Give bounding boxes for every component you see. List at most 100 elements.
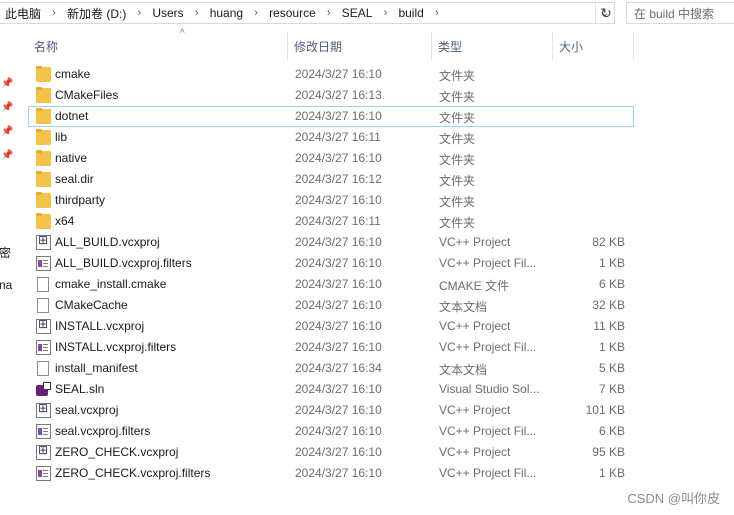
nav-item-fragment[interactable]: 密 <box>0 244 11 261</box>
file-name: cmake <box>55 67 91 81</box>
breadcrumb-item[interactable]: 此电脑 › <box>4 3 66 23</box>
breadcrumb-item[interactable]: build › <box>397 3 448 23</box>
file-icon <box>37 277 49 292</box>
vcxproj-icon <box>36 443 51 460</box>
file-type: VC++ Project Fil... <box>439 466 537 480</box>
pin-icon[interactable]: 📌 <box>1 126 13 137</box>
file-row[interactable]: seal.vcxproj 2024/3/27 16:10 VC++ Project 1… <box>28 400 634 421</box>
file-row[interactable]: ALL_BUILD.vcxproj 2024/3/27 16:10 VC++ Pro… <box>28 232 634 253</box>
address-bar[interactable]: 此电脑 › 新加卷 (D:) › Users › huang › resource › SEAL › b… <box>0 2 615 24</box>
vcxproj-icon <box>36 233 51 250</box>
search-placeholder: 在 build 中搜索 <box>634 6 715 21</box>
file-size: 101 KB <box>585 403 625 417</box>
breadcrumb-label: build <box>398 6 424 20</box>
folder-icon <box>36 192 51 208</box>
column-header: ^ 名称 修改日期 类型 大小 <box>28 28 634 60</box>
file-row[interactable]: install_manifest 2024/3/27 16:34 文本文档 5 KB <box>28 358 634 379</box>
file-row[interactable]: INSTALL.vcxproj 2024/3/27 16:10 VC++ Proje… <box>28 316 634 337</box>
file-row[interactable]: cmake 2024/3/27 16:10 文件夹 <box>28 64 634 85</box>
file-name: CMakeFiles <box>55 88 119 102</box>
file-type: VC++ Project Fil... <box>439 256 537 270</box>
file-row[interactable]: thirdparty 2024/3/27 16:10 文件夹 <box>28 190 634 211</box>
folder-icon <box>36 129 51 145</box>
breadcrumb-item[interactable]: Users › <box>151 3 208 23</box>
file-size: 95 KB <box>592 445 625 459</box>
column-size[interactable]: 大小 <box>553 32 634 60</box>
pin-icon[interactable]: 📌 <box>1 102 13 113</box>
file-size: 1 KB <box>598 340 625 354</box>
search-input[interactable]: 在 build 中搜索 <box>626 2 734 24</box>
file-date: 2024/3/27 16:11 <box>295 214 381 228</box>
column-size-label: 大小 <box>559 39 584 54</box>
file-date: 2024/3/27 16:34 <box>295 361 382 375</box>
nav-item-fragment[interactable]: na <box>0 278 12 292</box>
file-type: 文件夹 <box>439 216 476 230</box>
file-date: 2024/3/27 16:10 <box>295 256 382 270</box>
pin-icon[interactable]: 📌 <box>1 150 13 161</box>
file-size: 1 KB <box>598 466 625 480</box>
file-row[interactable]: CMakeFiles 2024/3/27 16:13 文件夹 <box>28 85 634 106</box>
filters-icon <box>36 256 51 271</box>
file-name: INSTALL.vcxproj <box>55 319 145 333</box>
file-size: 32 KB <box>592 298 625 312</box>
file-row[interactable]: cmake_install.cmake 2024/3/27 16:10 CMAKE … <box>28 274 634 295</box>
column-date-label: 修改日期 <box>294 39 343 54</box>
breadcrumb-item[interactable]: SEAL › <box>341 3 398 23</box>
folder-icon <box>36 87 51 103</box>
chevron-right-icon[interactable]: › <box>323 7 335 19</box>
file-name: native <box>55 151 88 165</box>
chevron-right-icon[interactable]: › <box>379 7 391 19</box>
file-row[interactable]: x64 2024/3/27 16:11 文件夹 <box>28 211 634 232</box>
file-row[interactable]: ALL_BUILD.vcxproj.filters 2024/3/27 16:10… <box>28 253 634 274</box>
chevron-right-icon[interactable]: › <box>250 7 262 19</box>
filters-icon <box>36 466 51 481</box>
breadcrumb-label: 新加卷 (D:) <box>67 6 127 21</box>
file-row[interactable]: dotnet 2024/3/27 16:10 文件夹 <box>28 106 634 127</box>
file-date: 2024/3/27 16:10 <box>295 319 382 333</box>
column-name[interactable]: 名称 <box>28 32 288 60</box>
file-row[interactable]: CMakeCache 2024/3/27 16:10 文本文档 32 KB <box>28 295 634 316</box>
navigation-pane: 📌 📌 📌 📌 密 na <box>0 28 14 515</box>
breadcrumb-item[interactable]: 新加卷 (D:) › <box>66 3 151 23</box>
file-name: cmake_install.cmake <box>55 277 167 291</box>
column-type[interactable]: 类型 <box>432 32 553 60</box>
breadcrumb-item[interactable]: huang › <box>209 3 268 23</box>
file-type: VC++ Project <box>439 319 511 333</box>
filters-icon <box>36 340 51 355</box>
file-name: dotnet <box>55 109 89 123</box>
file-type: 文件夹 <box>439 111 476 125</box>
breadcrumb-label: Users <box>152 6 184 20</box>
chevron-right-icon[interactable]: › <box>191 7 203 19</box>
file-row[interactable]: SEAL.sln 2024/3/27 16:10 Visual Studio Sol… <box>28 379 634 400</box>
file-name: seal.vcxproj <box>55 403 119 417</box>
breadcrumb: 此电脑 › 新加卷 (D:) › Users › huang › resource › SEAL › b… <box>0 3 596 23</box>
file-size: 7 KB <box>598 382 625 396</box>
file-row[interactable]: INSTALL.vcxproj.filters 2024/3/27 16:10 VC… <box>28 337 634 358</box>
filters-icon <box>36 424 51 439</box>
column-date[interactable]: 修改日期 <box>288 32 432 60</box>
refresh-icon[interactable]: ↻ <box>595 3 616 23</box>
chevron-right-icon[interactable]: › <box>431 7 443 19</box>
file-name: seal.vcxproj.filters <box>55 424 151 438</box>
file-date: 2024/3/27 16:10 <box>295 445 382 459</box>
file-icon <box>37 298 49 313</box>
file-name: thirdparty <box>55 193 106 207</box>
chevron-right-icon[interactable]: › <box>48 7 60 19</box>
file-size: 5 KB <box>598 361 625 375</box>
folder-icon <box>36 150 51 166</box>
file-row[interactable]: ZERO_CHECK.vcxproj.filters 2024/3/27 16:1… <box>28 463 634 484</box>
file-type: 文本文档 <box>439 363 488 377</box>
file-row[interactable]: ZERO_CHECK.vcxproj 2024/3/27 16:10 VC++ Pr… <box>28 442 634 463</box>
chevron-right-icon[interactable]: › <box>133 7 145 19</box>
pin-icon[interactable]: 📌 <box>1 78 13 89</box>
breadcrumb-item[interactable]: resource › <box>268 3 341 23</box>
watermark: CSDN @叫你皮 <box>627 491 720 506</box>
file-date: 2024/3/27 16:10 <box>295 424 382 438</box>
file-row[interactable]: lib 2024/3/27 16:11 文件夹 <box>28 127 634 148</box>
file-row[interactable]: seal.vcxproj.filters 2024/3/27 16:10 VC++ … <box>28 421 634 442</box>
file-type: VC++ Project <box>439 403 511 417</box>
file-row[interactable]: native 2024/3/27 16:10 文件夹 <box>28 148 634 169</box>
folder-icon <box>36 66 51 82</box>
file-row[interactable]: seal.dir 2024/3/27 16:12 文件夹 <box>28 169 634 190</box>
file-type: 文件夹 <box>439 174 476 188</box>
